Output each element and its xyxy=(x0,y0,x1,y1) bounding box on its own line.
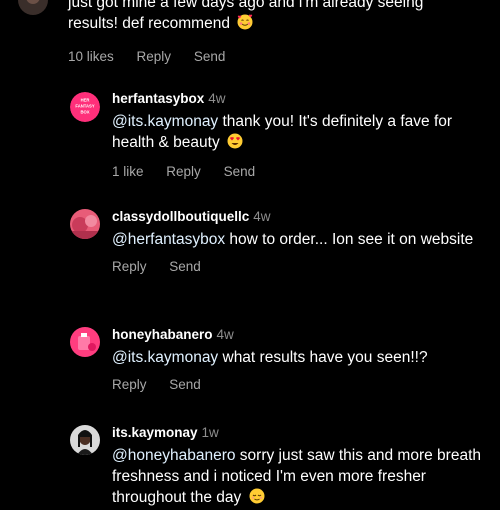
likes-count[interactable]: 10 likes xyxy=(68,49,114,64)
avatar[interactable]: HER FANTASY BOX xyxy=(70,92,100,122)
username[interactable]: honeyhabanero xyxy=(112,327,213,342)
comment-body: what results have you seen!!? xyxy=(218,349,428,366)
send-button[interactable]: Send xyxy=(224,164,256,179)
comment-meta: herfantasybox 4w xyxy=(112,90,487,108)
reply-button[interactable]: Reply xyxy=(137,49,172,64)
comment-actions: 1 like Reply Send xyxy=(112,164,487,179)
comment-text-line: just got mine a few days ago and i'm alr… xyxy=(68,0,424,11)
comment-text: @herfantasybox how to order... Ion see i… xyxy=(112,229,487,250)
reply-button[interactable]: Reply xyxy=(112,377,147,392)
heart-eyes-icon xyxy=(227,133,243,155)
send-button[interactable]: Send xyxy=(169,377,201,392)
send-button[interactable]: Send xyxy=(169,259,201,274)
comment-text: @its.kaymonay what results have you seen… xyxy=(112,347,487,368)
timestamp: 1w xyxy=(201,425,219,440)
send-button[interactable]: Send xyxy=(194,49,226,64)
avatar[interactable] xyxy=(70,327,100,357)
username[interactable]: herfantasybox xyxy=(112,91,204,106)
comment-actions: 10 likes Reply Send xyxy=(68,49,488,64)
comment-body: how to order... Ion see it on website xyxy=(225,231,474,248)
avatar-text: FANTASY xyxy=(75,104,94,109)
timestamp: 4w xyxy=(253,209,271,224)
likes-count[interactable]: 1 like xyxy=(112,164,144,179)
timestamp: 4w xyxy=(216,327,234,342)
comment-meta: its.kaymonay 1w xyxy=(112,424,487,442)
relieved-face-icon xyxy=(249,488,265,510)
avatar-text: HER xyxy=(81,98,90,103)
reply-button[interactable]: Reply xyxy=(166,164,201,179)
comment-actions: Reply Send xyxy=(112,377,487,392)
mention-link[interactable]: @its.kaymonay xyxy=(112,349,218,366)
timestamp: 4w xyxy=(208,91,226,106)
reply-button[interactable]: Reply xyxy=(112,259,147,274)
mention-link[interactable]: @honeyhabanero xyxy=(112,447,235,464)
username[interactable]: its.kaymonay xyxy=(112,425,198,440)
avatar[interactable] xyxy=(70,425,100,455)
comment-text-line: results! def recommend xyxy=(68,15,230,32)
comment-text: @honeyhabanero sorry just saw this and m… xyxy=(112,445,487,510)
avatar-text: BOX xyxy=(80,110,89,115)
mention-link[interactable]: @its.kaymonay xyxy=(112,113,218,130)
mention-link[interactable]: @herfantasybox xyxy=(112,231,225,248)
smiling-face-with-hearts-icon xyxy=(237,14,253,36)
comment-text: just got mine a few days ago and i'm alr… xyxy=(68,0,488,36)
comment-meta: honeyhabanero 4w xyxy=(112,326,487,344)
avatar[interactable] xyxy=(70,209,100,239)
comment-actions: Reply Send xyxy=(112,259,487,274)
comment-meta: classydollboutiquellc 4w xyxy=(112,208,487,226)
username[interactable]: classydollboutiquellc xyxy=(112,209,249,224)
avatar[interactable] xyxy=(18,0,48,15)
comment-text: @its.kaymonay thank you! It's definitely… xyxy=(112,111,487,155)
